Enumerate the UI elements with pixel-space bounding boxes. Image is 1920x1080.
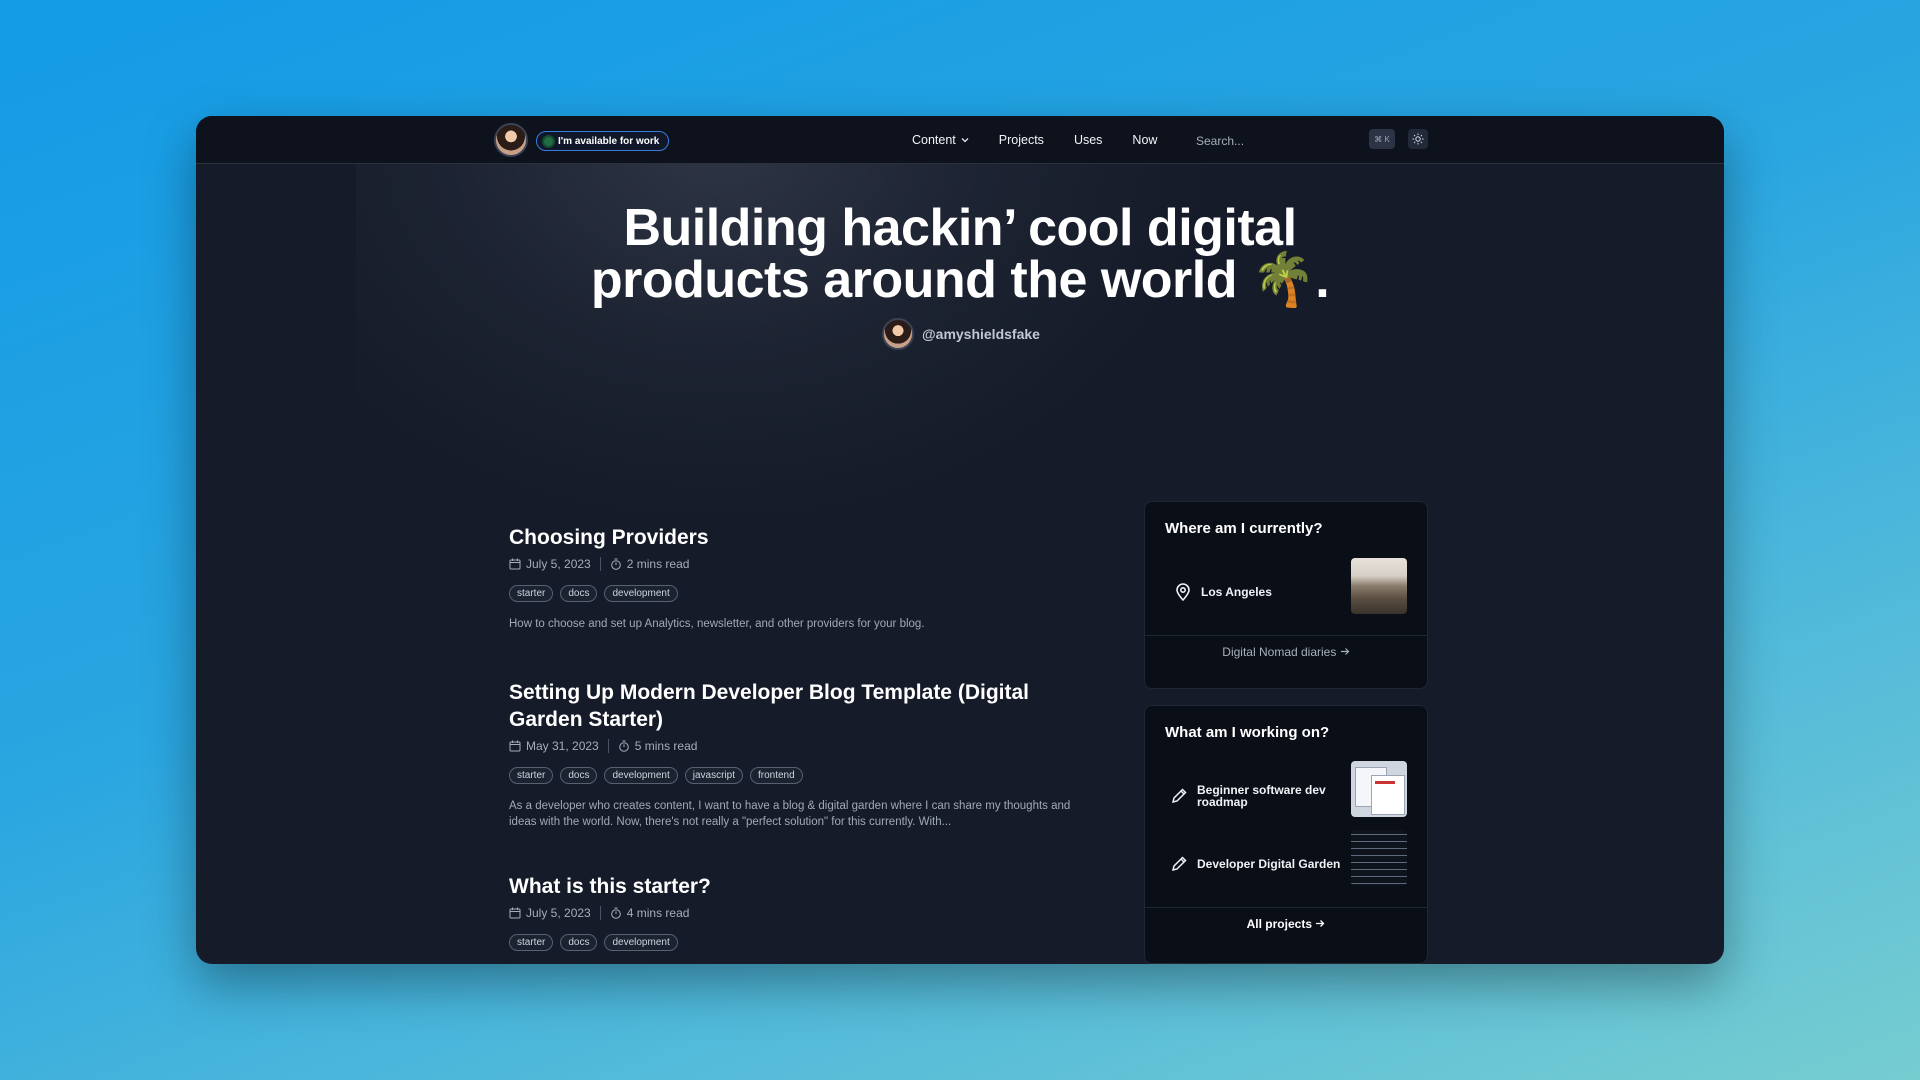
- tag-starter[interactable]: starter: [509, 934, 554, 951]
- post-excerpt: How to choose and set up Analytics, news…: [509, 618, 925, 630]
- digital-nomad-link[interactable]: Digital Nomad diaries: [1145, 645, 1427, 659]
- city-image: [1351, 558, 1407, 614]
- post-title[interactable]: Setting Up Modern Developer Blog Templat…: [509, 679, 1099, 733]
- sun-icon: [1412, 133, 1424, 145]
- arrow-right-icon: [1316, 920, 1325, 927]
- tag-javascript[interactable]: javascript: [684, 767, 743, 784]
- stopwatch-icon: [610, 558, 621, 570]
- availability-label: I'm available for work: [558, 135, 660, 147]
- tag-development[interactable]: development: [604, 585, 678, 602]
- digital-garden-thumbnail: [1351, 830, 1407, 886]
- chevron-down-icon: [961, 137, 969, 142]
- pencil-icon: [1171, 788, 1187, 804]
- post-excerpt: As a developer who creates content, I wa…: [509, 800, 1071, 828]
- nav-uses[interactable]: Uses: [1074, 133, 1102, 147]
- map-pin-icon: [1176, 583, 1190, 602]
- tag-starter[interactable]: starter: [509, 585, 554, 602]
- post-date: July 5, 2023: [526, 906, 591, 920]
- post-tags: starter docs development: [509, 934, 1099, 951]
- availability-badge[interactable]: I'm available for work: [536, 131, 670, 151]
- search-input[interactable]: [1194, 132, 1378, 150]
- location-label: Los Angeles: [1201, 585, 1272, 599]
- top-navigation-bar: I'm available for work Content Projects …: [196, 116, 1724, 164]
- roadmap-thumbnail: [1351, 761, 1407, 817]
- post-read-time: 5 mins read: [634, 739, 698, 753]
- location-card-title: Where am I currently?: [1165, 520, 1323, 537]
- calendar-icon: [509, 740, 521, 752]
- post-meta: July 5, 2023 4 mins read: [509, 904, 1099, 922]
- post-item: Setting Up Modern Developer Blog Templat…: [509, 679, 1099, 830]
- post-meta: May 31, 2023 5 mins read: [509, 737, 1099, 755]
- arrow-right-icon: [1340, 648, 1350, 655]
- post-tags: starter docs development javascript fron…: [509, 767, 1099, 784]
- nav-projects[interactable]: Projects: [999, 133, 1044, 147]
- post-date: July 5, 2023: [526, 557, 591, 571]
- main-nav: Content Projects Uses Now: [912, 116, 1187, 163]
- tag-docs[interactable]: docs: [560, 767, 598, 784]
- tag-docs[interactable]: docs: [560, 585, 598, 602]
- hero-title-line-2: products around the world 🌴.: [590, 251, 1330, 309]
- post-item: Choosing Providers July 5, 2023 2 mins r…: [509, 524, 1099, 632]
- nav-now[interactable]: Now: [1132, 133, 1157, 147]
- hero-title: Building hackin’ cool digital products a…: [196, 202, 1724, 306]
- work-card-title: What am I working on?: [1165, 724, 1330, 741]
- status-dot-icon: [544, 136, 553, 146]
- tag-frontend[interactable]: frontend: [749, 767, 803, 784]
- work-card: What am I working on? Beginner software …: [1144, 705, 1428, 964]
- post-item: What is this starter? July 5, 2023 4 min…: [509, 873, 1099, 951]
- tag-development[interactable]: development: [604, 767, 678, 784]
- post-title[interactable]: Choosing Providers: [509, 524, 1099, 551]
- tag-starter[interactable]: starter: [509, 767, 554, 784]
- tag-docs[interactable]: docs: [560, 934, 598, 951]
- post-date: May 31, 2023: [526, 739, 599, 753]
- project-label: Developer Digital Garden: [1197, 857, 1341, 871]
- header-avatar[interactable]: [494, 123, 528, 157]
- hero-title-line-1: Building hackin’ cool digital: [623, 199, 1297, 257]
- post-read-time: 2 mins read: [626, 557, 690, 571]
- pencil-icon: [1171, 856, 1187, 872]
- location-card: Where am I currently? Los Angeles Digita…: [1144, 501, 1428, 689]
- stopwatch-icon: [610, 907, 621, 919]
- post-title[interactable]: What is this starter?: [509, 873, 1099, 900]
- post-read-time: 4 mins read: [626, 906, 690, 920]
- calendar-icon: [509, 907, 521, 919]
- project-label: Beginner software dev roadmap: [1197, 783, 1326, 809]
- stopwatch-icon: [618, 740, 629, 752]
- nav-content[interactable]: Content: [912, 133, 969, 147]
- author-avatar: [882, 318, 914, 350]
- author-byline[interactable]: @amyshieldsfake: [882, 318, 1040, 350]
- post-meta: July 5, 2023 2 mins read: [509, 555, 1099, 573]
- hero-glow: [356, 116, 1256, 556]
- browser-window: I'm available for work Content Projects …: [196, 116, 1724, 964]
- search-shortcut-badge: ⌘ K: [1369, 129, 1395, 149]
- author-handle: @amyshieldsfake: [922, 326, 1040, 342]
- all-projects-link[interactable]: All projects: [1145, 917, 1427, 931]
- post-tags: starter docs development: [509, 585, 1099, 602]
- calendar-icon: [509, 558, 521, 570]
- theme-toggle-button[interactable]: [1408, 129, 1428, 149]
- tag-development[interactable]: development: [604, 934, 678, 951]
